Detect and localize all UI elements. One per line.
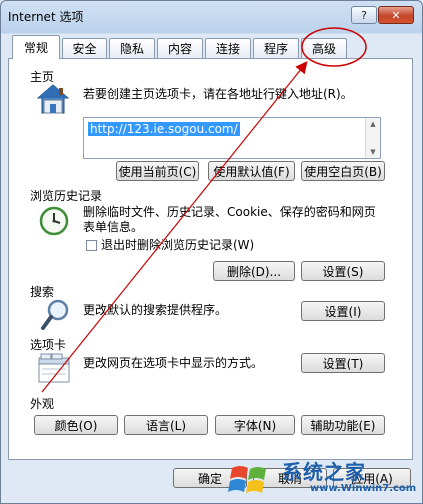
- accessibility-button[interactable]: 辅助功能(E): [301, 415, 385, 435]
- search-settings-button[interactable]: 设置(I): [301, 301, 385, 321]
- delete-history-button[interactable]: 删除(D)...: [213, 261, 295, 281]
- use-current-button[interactable]: 使用当前页(C): [116, 161, 199, 181]
- scroll-down-icon[interactable]: ▼: [370, 148, 375, 156]
- delete-on-exit-checkbox[interactable]: [86, 240, 97, 251]
- tab-security[interactable]: 安全: [62, 38, 107, 58]
- windows-logo-icon: [228, 462, 276, 501]
- tabs-window-icon: [38, 352, 70, 384]
- history-settings-button[interactable]: 设置(S): [301, 261, 385, 281]
- search-description: 更改默认的搜索提供程序。: [83, 303, 228, 317]
- history-description: 删除临时文件、历史记录、Cookie、保存的密码和网页表单信息。: [83, 205, 376, 234]
- help-button[interactable]: ?: [351, 6, 377, 24]
- window-title: Internet 选项: [8, 10, 84, 24]
- magnifier-icon: [40, 298, 70, 332]
- history-section-title: 浏览历史记录: [30, 189, 103, 203]
- home-url-scrollbar[interactable]: ▲ ▼: [365, 118, 380, 158]
- delete-on-exit-label: 退出时删除浏览历史记录(W): [101, 238, 255, 252]
- home-url-value: http://123.ie.sogou.com/: [88, 122, 240, 136]
- scroll-up-icon[interactable]: ▲: [370, 120, 375, 128]
- use-default-button[interactable]: 使用默认值(F): [208, 161, 295, 181]
- tabs-section-title: 选项卡: [30, 338, 67, 352]
- tab-privacy[interactable]: 隐私: [109, 38, 155, 58]
- use-blank-button[interactable]: 使用空白页(B): [301, 161, 385, 181]
- home-description: 若要创建主页选项卡，请在各地址行键入地址(R)。: [83, 87, 353, 101]
- appearance-section-title: 外观: [30, 397, 55, 411]
- close-button[interactable]: ✕: [378, 6, 414, 24]
- clock-icon: [38, 205, 70, 237]
- colors-button[interactable]: 颜色(O): [34, 415, 118, 435]
- tab-advanced[interactable]: 高级: [301, 38, 347, 58]
- tab-general[interactable]: 常规: [12, 35, 60, 59]
- tab-programs[interactable]: 程序: [253, 38, 299, 58]
- tabs-settings-button[interactable]: 设置(T): [301, 353, 385, 373]
- languages-button[interactable]: 语言(L): [124, 415, 208, 435]
- fonts-button[interactable]: 字体(N): [215, 415, 295, 435]
- home-icon: [36, 82, 70, 116]
- watermark-text: 系统之家: [282, 460, 366, 484]
- tabs-description: 更改网页在选项卡中显示的方式。: [83, 356, 264, 370]
- tab-content[interactable]: 内容: [157, 38, 203, 58]
- watermark-url: www.Winwin7.com: [310, 483, 417, 494]
- tab-connections[interactable]: 连接: [205, 38, 251, 58]
- home-url-textarea[interactable]: http://123.ie.sogou.com/ ▲ ▼: [83, 117, 381, 159]
